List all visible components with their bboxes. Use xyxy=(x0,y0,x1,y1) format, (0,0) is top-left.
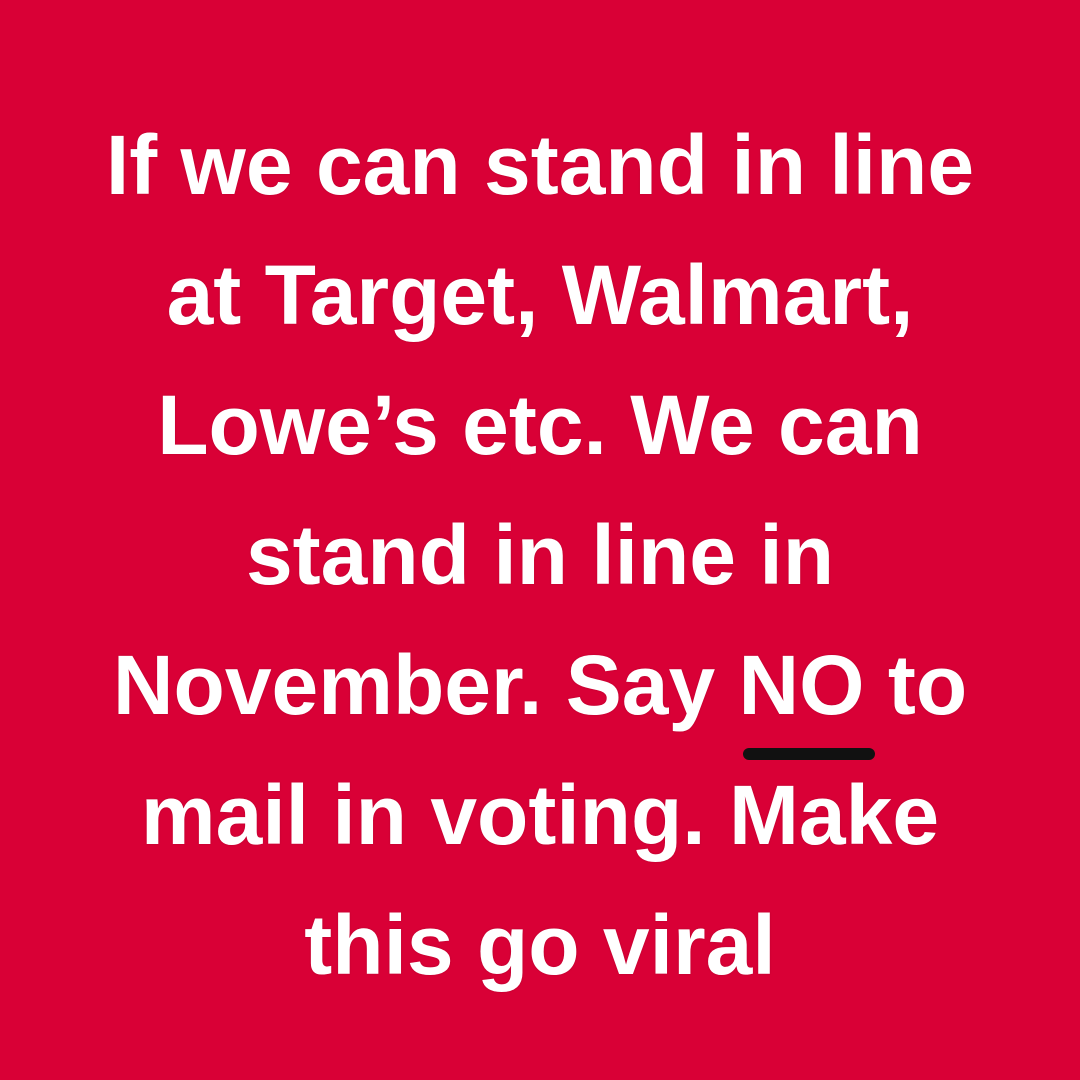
message-line-5-before: November. Say xyxy=(112,638,739,732)
message-line-1: If we can stand in line xyxy=(105,118,975,212)
message-line-7: this go viral xyxy=(304,898,776,992)
marker-underline xyxy=(742,748,875,760)
message-line-2: at Target, Walmart, xyxy=(166,248,914,342)
message-line-6: mail in voting. Make xyxy=(140,768,940,862)
message-line-4: stand in line in xyxy=(245,508,835,602)
emphasized-no: NO xyxy=(738,620,875,760)
message-line-5: November. Say NO to xyxy=(0,620,1080,760)
meme-poster: If we can stand in line at Target, Walma… xyxy=(0,0,1080,1080)
message-line-3: Lowe’s etc. We can xyxy=(157,378,923,472)
message-line-5-after: to xyxy=(864,638,968,732)
emphasized-no-text: NO xyxy=(738,638,865,732)
